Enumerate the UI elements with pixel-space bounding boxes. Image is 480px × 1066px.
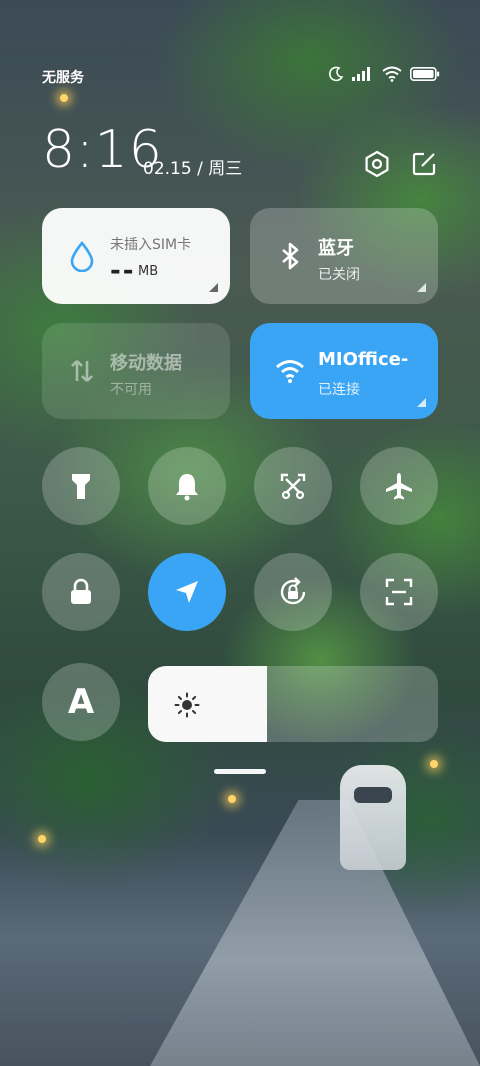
- wallpaper-lamp: [60, 94, 68, 102]
- wifi-status: 已连接: [318, 382, 360, 398]
- wifi-network-name: MIOffice-: [318, 349, 409, 370]
- wallpaper-lamp: [228, 795, 236, 803]
- screenshot-toggle[interactable]: [254, 447, 332, 525]
- carrier-status: 无服务: [42, 70, 84, 86]
- signal-icon: [352, 67, 370, 81]
- date: 02.15 / 周三: [143, 159, 243, 179]
- bluetooth-icon: [282, 242, 299, 270]
- mobile-data-title: 移动数据: [110, 353, 182, 374]
- airplane-icon: [386, 473, 412, 500]
- scissors-icon: [280, 473, 306, 500]
- drag-handle[interactable]: [214, 769, 266, 774]
- wallpaper-lamp: [38, 835, 46, 843]
- sim-status-label: 未插入SIM卡: [110, 237, 192, 253]
- rotation-lock-icon: [280, 577, 306, 605]
- water-drop-icon: [70, 240, 94, 272]
- font-size-button[interactable]: A: [42, 663, 120, 741]
- edit-icon[interactable]: [410, 150, 438, 178]
- mobile-data-icon: [71, 360, 93, 382]
- status-icons: [328, 66, 440, 82]
- wifi-icon: [382, 66, 402, 82]
- scan-icon: [385, 578, 413, 606]
- mobile-data-tile[interactable]: 移动数据 不可用: [42, 323, 230, 419]
- bell-icon: [176, 474, 198, 501]
- bluetooth-status: 已关闭: [318, 267, 360, 283]
- wallpaper-lamp: [430, 760, 438, 768]
- airplane-toggle[interactable]: [360, 447, 438, 525]
- flashlight-icon: [72, 474, 90, 499]
- expand-corner-icon: [417, 398, 426, 407]
- data-usage-tile[interactable]: 未插入SIM卡 -- MB: [42, 208, 230, 304]
- brightness-slider[interactable]: [148, 666, 438, 742]
- lock-screen-toggle[interactable]: [42, 553, 120, 631]
- lock-icon: [71, 578, 91, 604]
- font-size-label: A: [67, 682, 95, 722]
- wifi-icon: [276, 360, 304, 383]
- flashlight-toggle[interactable]: [42, 447, 120, 525]
- data-usage-value: --: [110, 256, 136, 286]
- bluetooth-tile[interactable]: 蓝牙 已关闭: [250, 208, 438, 304]
- scanner-toggle[interactable]: [360, 553, 438, 631]
- wallpaper-road: [150, 800, 480, 1066]
- wifi-tile[interactable]: MIOffice- 已连接: [250, 323, 438, 419]
- battery-icon: [410, 67, 440, 81]
- expand-corner-icon: [417, 283, 426, 292]
- brightness-fill: [148, 666, 267, 742]
- mobile-data-status: 不可用: [110, 382, 152, 398]
- settings-icon[interactable]: [363, 150, 391, 178]
- location-arrow-icon: [176, 581, 198, 603]
- expand-corner-icon: [209, 283, 218, 292]
- bluetooth-title: 蓝牙: [318, 238, 354, 259]
- mute-toggle[interactable]: [148, 447, 226, 525]
- wallpaper-robot: [340, 765, 406, 870]
- data-usage-unit: MB: [138, 264, 159, 279]
- moon-icon: [329, 66, 344, 82]
- rotation-lock-toggle[interactable]: [254, 553, 332, 631]
- sun-icon: [174, 692, 200, 718]
- location-toggle[interactable]: [148, 553, 226, 631]
